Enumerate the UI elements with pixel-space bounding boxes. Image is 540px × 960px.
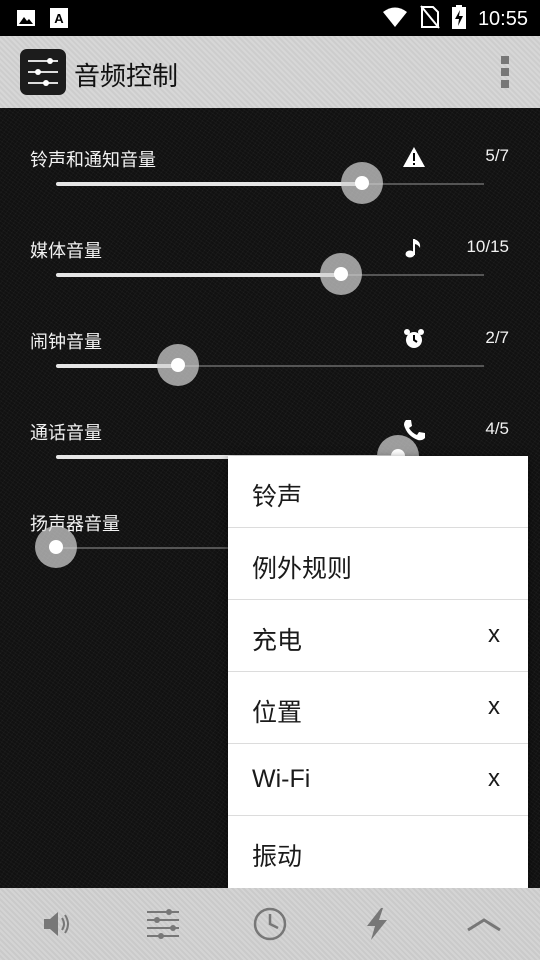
page-title: 音频控制 xyxy=(74,61,179,91)
volume-value: 10/15 xyxy=(466,237,509,256)
popup-menu: 铃声 例外规则 充电 x 位置 x Wi-Fi x 振动 xyxy=(228,456,528,888)
menu-item-mark: x xyxy=(488,621,500,648)
volume-value: 4/5 xyxy=(485,419,509,438)
app-bar: 音频控制 xyxy=(0,36,540,108)
status-time: 10:55 xyxy=(477,8,528,30)
volume-label: 媒体音量 xyxy=(30,241,102,261)
alarm-clock-icon xyxy=(402,328,428,352)
volume-row-media: 媒体音量 10/15 xyxy=(0,237,540,328)
clock-icon[interactable] xyxy=(250,904,290,944)
menu-item-label: 铃声 xyxy=(252,483,303,511)
volume-label: 闹钟音量 xyxy=(30,332,102,352)
wifi-icon xyxy=(382,6,408,33)
volume-row-alarm: 闹钟音量 2/7 xyxy=(0,328,540,419)
battery-charging-icon xyxy=(451,5,466,34)
volume-slider[interactable] xyxy=(56,253,484,295)
menu-item-charging[interactable]: 充电 x xyxy=(228,600,528,672)
svg-text:A: A xyxy=(54,11,64,26)
app-logo-icon xyxy=(20,49,66,95)
menu-item-label: Wi-Fi xyxy=(252,765,311,793)
chevron-up-icon[interactable] xyxy=(464,904,504,944)
image-icon xyxy=(16,8,36,33)
more-vert-icon[interactable] xyxy=(500,56,510,88)
volume-row-ringer: 铃声和通知音量 5/7 xyxy=(0,146,540,237)
no-sim-icon xyxy=(420,5,440,34)
status-bar: A 10:55 xyxy=(0,0,540,36)
menu-item-exceptions[interactable]: 例外规则 xyxy=(228,528,528,600)
slider-thumb[interactable] xyxy=(320,253,363,295)
volume-slider[interactable] xyxy=(56,162,484,204)
volume-slider[interactable] xyxy=(56,344,484,386)
menu-item-location[interactable]: 位置 x xyxy=(228,672,528,744)
bottom-bar xyxy=(0,888,540,960)
menu-item-label: 充电 xyxy=(252,627,303,655)
warning-icon xyxy=(402,146,428,170)
font-a-icon: A xyxy=(50,8,68,33)
slider-thumb[interactable] xyxy=(35,526,77,568)
volume-label: 通话音量 xyxy=(30,423,102,443)
slider-fill xyxy=(56,273,342,277)
menu-item-label: 振动 xyxy=(252,843,303,871)
menu-item-mark: x xyxy=(488,693,500,720)
speaker-icon[interactable] xyxy=(38,904,78,944)
music-note-icon xyxy=(402,237,428,261)
menu-item-wifi[interactable]: Wi-Fi x xyxy=(228,744,528,816)
menu-item-vibrate[interactable]: 振动 xyxy=(228,816,528,887)
sliders-icon[interactable] xyxy=(143,904,183,944)
slider-fill xyxy=(56,182,362,186)
slider-thumb[interactable] xyxy=(157,344,200,386)
menu-item-label: 位置 xyxy=(252,699,303,727)
menu-item-label: 例外规则 xyxy=(252,555,353,583)
menu-item-mark: x xyxy=(488,765,500,792)
slider-thumb[interactable] xyxy=(340,162,383,204)
menu-item-ringtone[interactable]: 铃声 xyxy=(228,456,528,528)
volume-label: 铃声和通知音量 xyxy=(30,150,156,170)
volume-value: 5/7 xyxy=(485,146,509,165)
lightning-icon[interactable] xyxy=(357,904,397,944)
volume-value: 2/7 xyxy=(485,328,509,347)
